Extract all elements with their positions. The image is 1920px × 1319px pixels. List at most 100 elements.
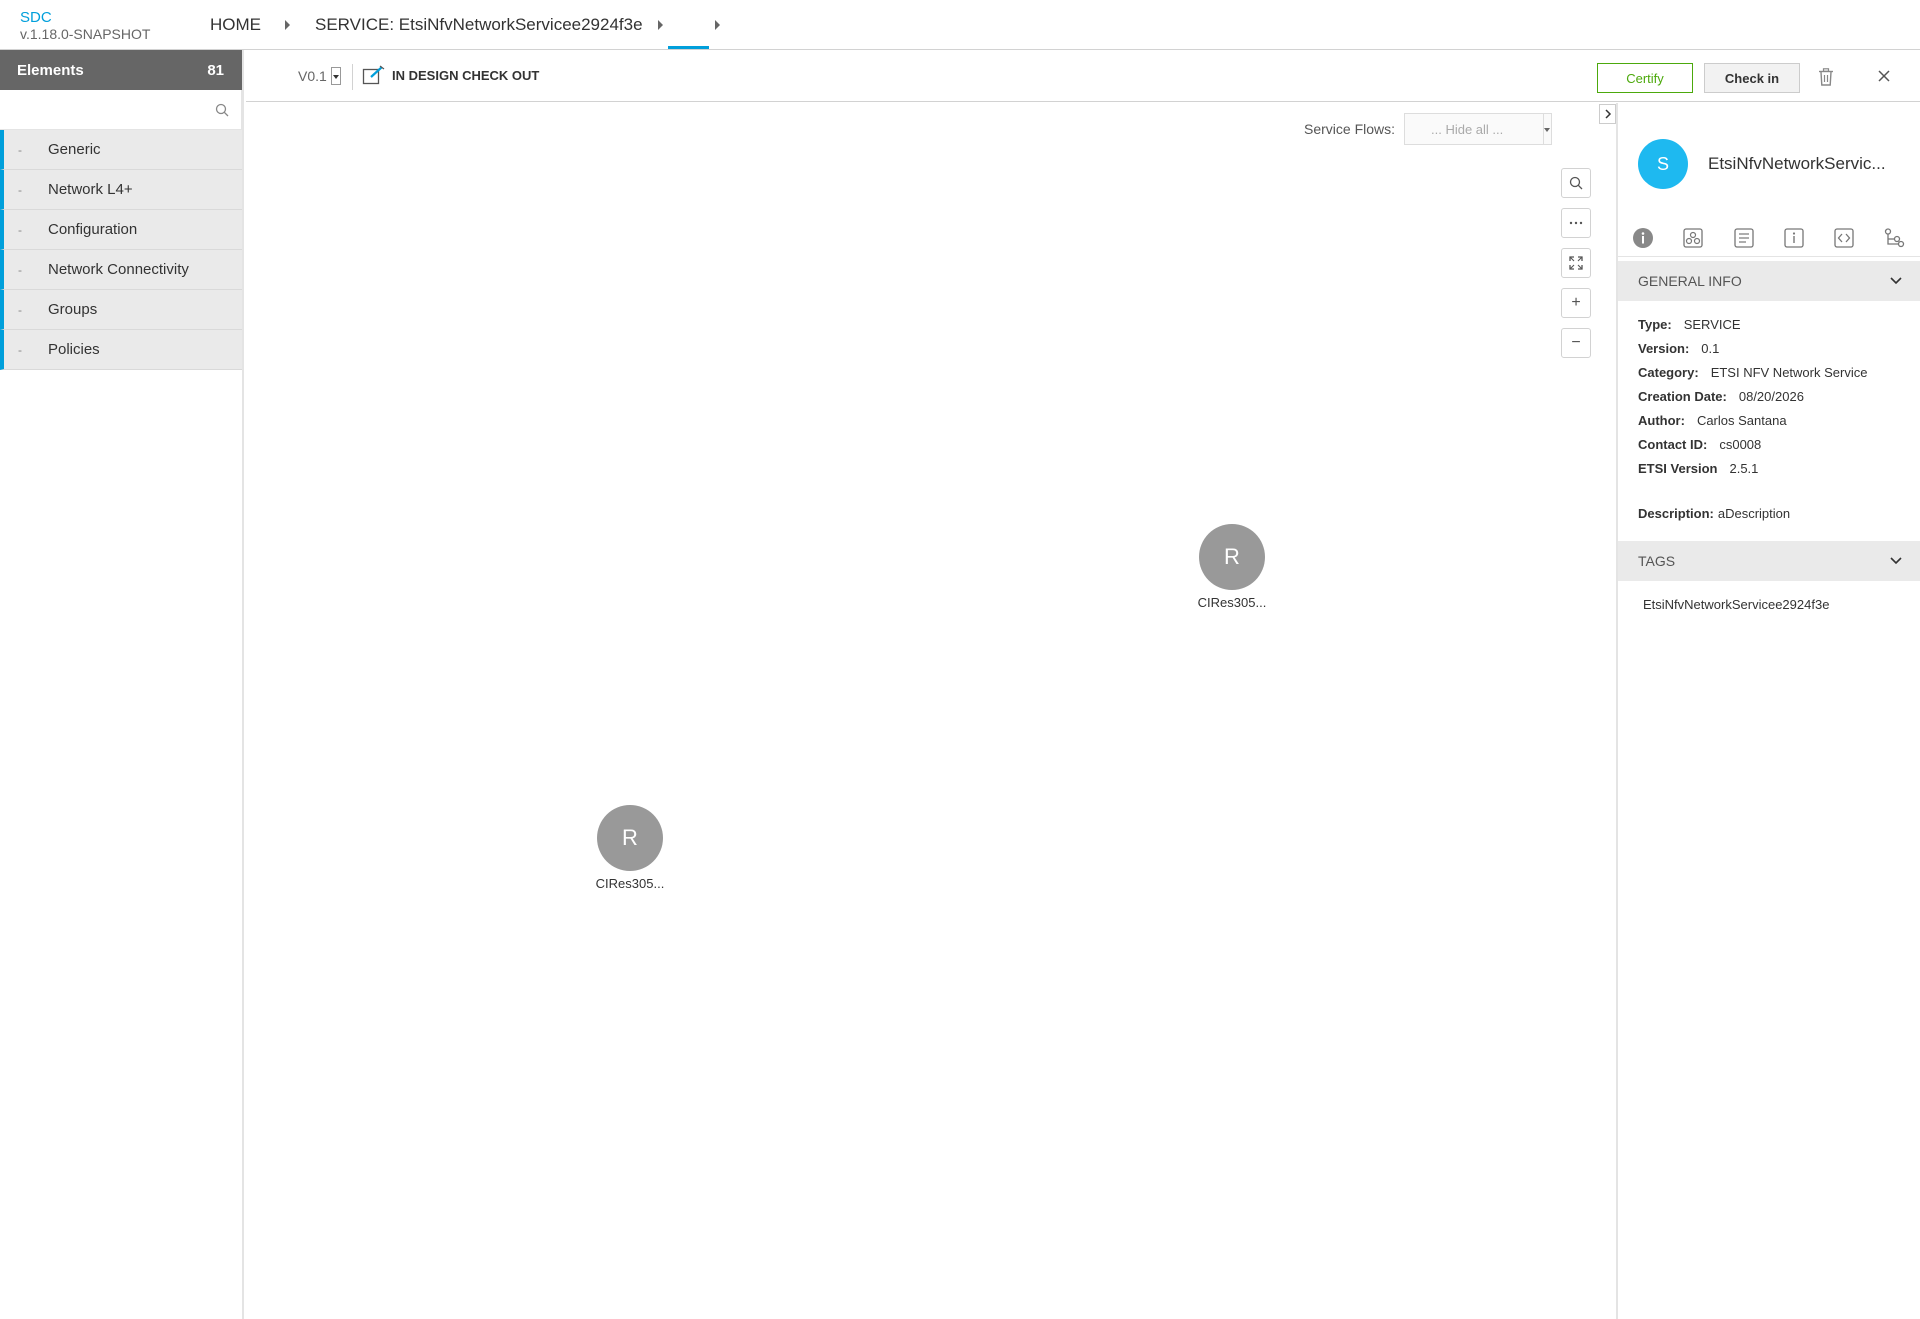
composition-canvas[interactable]: Service Flows: ... Hide all ... + − R CI… (246, 103, 1616, 1319)
chevron-down-icon[interactable] (1890, 277, 1902, 285)
more-dots-icon (1569, 221, 1583, 225)
tags-header[interactable]: TAGS (1618, 541, 1920, 581)
search-icon[interactable] (215, 103, 229, 117)
palette-search-input[interactable] (0, 90, 241, 129)
info-row-contact-id: Contact ID: cs0008 (1638, 433, 1867, 457)
tags-title: TAGS (1638, 553, 1676, 569)
info-value: 0.1 (1701, 341, 1720, 356)
fit-to-screen-button[interactable] (1561, 248, 1591, 278)
canvas-more-button[interactable] (1561, 208, 1591, 238)
tab-properties[interactable] (1769, 219, 1819, 256)
brand-name: SDC (20, 9, 52, 26)
palette-group-network-connectivity[interactable]: - Network Connectivity (0, 250, 242, 290)
breadcrumb-arrow-icon[interactable] (658, 20, 663, 30)
service-flows-value: ... Hide all ... (1431, 121, 1504, 137)
node-icon[interactable]: R (597, 805, 663, 871)
collapse-dash-icon: - (18, 222, 22, 237)
trash-icon[interactable] (1818, 68, 1834, 86)
code-icon (1834, 227, 1855, 248)
info-value: SERVICE (1683, 317, 1741, 332)
palette-group-label: Generic (48, 141, 101, 158)
general-info-list: Type: SERVICE Version: 0.1 Category: ETSI N… (1638, 313, 1867, 481)
check-in-button[interactable]: Check in (1704, 63, 1800, 93)
info-value: Carlos Santana (1696, 413, 1787, 428)
collapse-dash-icon: - (18, 342, 22, 357)
breadcrumb-arrow-icon[interactable] (715, 20, 720, 30)
chevron-right-icon (1604, 109, 1611, 119)
chevron-down-icon (1544, 128, 1550, 132)
info-value: cs0008 (1719, 437, 1762, 452)
info-key: Category: (1638, 365, 1699, 380)
minus-icon: − (1571, 334, 1581, 351)
details-header: S EtsiNfvNetworkServic... (1638, 139, 1886, 189)
palette-group-generic[interactable]: - Generic (0, 130, 242, 170)
details-tabs (1618, 219, 1920, 257)
palette-group-configuration[interactable]: - Configuration (0, 210, 242, 250)
palette-group-label: Configuration (48, 221, 138, 238)
collapse-dash-icon: - (18, 302, 22, 317)
breadcrumb-active-indicator (668, 46, 709, 49)
description: Description: aDescription (1638, 506, 1790, 521)
brand[interactable]: SDC v.1.18.0-SNAPSHOT (20, 9, 150, 42)
info-key: Version: (1638, 341, 1690, 356)
canvas-node[interactable]: R CIRes305... (580, 805, 680, 891)
workspace-toolbar: V0.1 IN DESIGN CHECK OUT Certify Check i… (246, 50, 1920, 102)
top-navigation-bar: SDC v.1.18.0-SNAPSHOT HOME SERVICE: Etsi… (0, 0, 1920, 50)
palette-group-label: Policies (48, 341, 100, 358)
palette-group-policies[interactable]: - Policies (0, 330, 242, 370)
tag-item: EtsiNfvNetworkServicee2924f3e (1643, 597, 1830, 612)
version-select[interactable]: V0.1 (298, 67, 341, 85)
service-title: EtsiNfvNetworkServic... (1708, 154, 1886, 173)
tab-information-artifacts[interactable] (1719, 219, 1769, 256)
breadcrumb-arrow-icon[interactable] (285, 20, 290, 30)
toolbar-divider (352, 64, 353, 90)
chevron-down-icon[interactable] (330, 67, 341, 85)
canvas-search-button[interactable] (1561, 168, 1591, 198)
tab-general-info[interactable] (1618, 219, 1668, 256)
general-info-header[interactable]: GENERAL INFO (1618, 261, 1920, 301)
info-key: Type: (1638, 317, 1672, 332)
palette-group-network-l4[interactable]: - Network L4+ (0, 170, 242, 210)
close-icon[interactable] (1877, 69, 1891, 83)
edit-document-icon (362, 65, 385, 85)
artifacts-icon (1683, 227, 1704, 248)
info-key: Contact ID: (1638, 437, 1708, 452)
status-text: IN DESIGN CHECK OUT (392, 67, 540, 83)
zoom-out-button[interactable]: − (1561, 328, 1591, 358)
info-value: 2.5.1 (1729, 461, 1759, 476)
service-flows-select[interactable]: ... Hide all ... (1404, 113, 1552, 145)
tab-deployment-artifacts[interactable] (1668, 219, 1718, 256)
certify-button[interactable]: Certify (1597, 63, 1693, 93)
chevron-down-icon[interactable] (1890, 557, 1902, 565)
palette-header: Elements 81 (0, 50, 242, 90)
tab-api[interactable] (1819, 219, 1869, 256)
palette-search (0, 90, 242, 130)
app-version: v.1.18.0-SNAPSHOT (20, 26, 151, 42)
palette-group-label: Network Connectivity (48, 261, 189, 278)
search-icon (1569, 176, 1583, 190)
collapse-dash-icon: - (18, 182, 22, 197)
palette-group-groups[interactable]: - Groups (0, 290, 242, 330)
node-icon[interactable]: R (1199, 524, 1265, 590)
breadcrumb-home[interactable]: HOME (210, 14, 261, 36)
canvas-node[interactable]: R CIRes305... (1182, 524, 1282, 610)
info-row-creation-date: Creation Date: 08/20/2026 (1638, 385, 1867, 409)
collapse-panel-button[interactable] (1599, 104, 1616, 124)
info-outline-icon (1784, 227, 1804, 248)
hierarchy-icon (1884, 227, 1904, 247)
info-filled-icon (1633, 227, 1654, 248)
collapse-dash-icon: - (18, 262, 22, 277)
palette-group-label: Network L4+ (48, 181, 133, 198)
zoom-in-button[interactable]: + (1561, 288, 1591, 318)
palette-count: 81 (207, 61, 224, 79)
description-key: Description: (1638, 506, 1714, 521)
plus-icon: + (1571, 294, 1581, 311)
tab-composition[interactable] (1870, 219, 1920, 256)
elements-palette: Elements 81 - Generic - Network L4+ - Confi… (0, 50, 244, 1319)
service-flows-label: Service Flows: (1304, 121, 1396, 137)
service-avatar: S (1638, 139, 1688, 189)
breadcrumb-service[interactable]: SERVICE: EtsiNfvNetworkServicee2924f3e (315, 14, 643, 36)
version-value: V0.1 (298, 68, 327, 84)
palette-title: Elements (17, 61, 84, 79)
info-key: ETSI Version (1638, 461, 1718, 476)
